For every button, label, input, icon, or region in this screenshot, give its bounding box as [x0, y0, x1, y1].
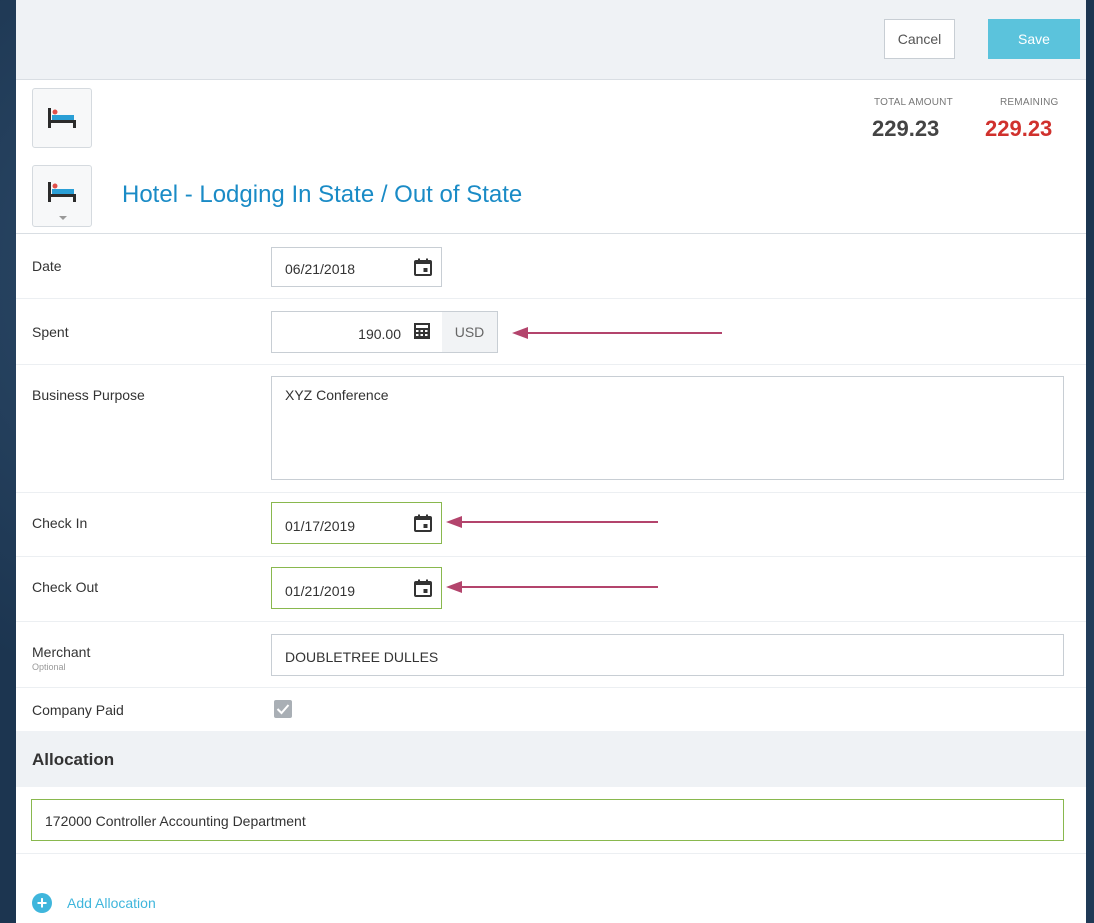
merchant-optional-label: Optional — [32, 662, 66, 672]
save-button[interactable]: Save — [988, 19, 1080, 59]
check-in-label: Check In — [32, 515, 88, 531]
row-separator — [16, 364, 1086, 365]
check-in-field[interactable]: 01/17/2019 — [271, 502, 442, 544]
total-amount-label: TOTAL AMOUNT — [874, 97, 953, 108]
calendar-icon[interactable] — [414, 514, 432, 532]
merchant-value: DOUBLETREE DULLES — [285, 649, 439, 665]
allocation-title: Allocation — [32, 750, 115, 769]
add-allocation-label: Add Allocation — [67, 895, 156, 911]
date-value: 06/21/2018 — [285, 261, 356, 277]
divider — [16, 233, 1086, 234]
company-paid-label: Company Paid — [32, 702, 124, 718]
allocation-field[interactable]: 172000 Controller Accounting Department — [31, 799, 1064, 841]
chevron-down-icon — [59, 216, 67, 220]
merchant-input[interactable]: DOUBLETREE DULLES — [271, 634, 1064, 676]
row-separator — [16, 687, 1086, 688]
check-in-value: 01/17/2019 — [285, 518, 356, 534]
bed-icon — [48, 108, 76, 128]
date-field[interactable]: 06/21/2018 — [271, 247, 442, 287]
annotation-arrow — [446, 581, 658, 593]
expense-type-icon — [32, 88, 92, 148]
total-amount-value: 229.23 — [872, 116, 940, 141]
row-separator — [16, 621, 1086, 622]
annotation-arrow — [446, 516, 658, 528]
check-out-label: Check Out — [32, 579, 99, 595]
merchant-label: Merchant — [32, 644, 91, 660]
allocation-section-header: Allocation — [16, 731, 1086, 787]
row-separator — [16, 298, 1086, 299]
calendar-icon[interactable] — [414, 258, 432, 276]
company-paid-checkbox[interactable] — [274, 700, 292, 718]
remaining-label: REMAINING — [1000, 97, 1059, 108]
bed-icon — [48, 182, 76, 202]
business-purpose-label: Business Purpose — [32, 387, 145, 403]
spent-input[interactable]: 190.00 — [271, 311, 443, 353]
check-icon — [276, 704, 290, 715]
business-purpose-value: XYZ Conference — [285, 387, 389, 403]
allocation-value: 172000 Controller Accounting Department — [45, 813, 306, 829]
expense-type-title: Hotel - Lodging In State / Out of State — [122, 181, 523, 208]
calculator-icon[interactable] — [413, 322, 431, 340]
check-out-field[interactable]: 01/21/2019 — [271, 567, 442, 609]
expense-panel: Cancel Save TOTAL AMOUNT 229.23 REMAININ… — [16, 0, 1086, 923]
currency-select[interactable]: USD — [442, 311, 498, 353]
plus-circle-icon: + — [32, 893, 52, 913]
row-separator — [16, 492, 1086, 493]
row-separator — [16, 556, 1086, 557]
cancel-button[interactable]: Cancel — [884, 19, 955, 59]
add-allocation-link[interactable]: + Add Allocation — [32, 892, 156, 914]
check-out-value: 01/21/2019 — [285, 583, 356, 599]
spent-value: 190.00 — [358, 326, 401, 342]
spent-label: Spent — [32, 324, 69, 340]
expense-type-selector[interactable] — [32, 165, 92, 227]
row-separator — [16, 853, 1086, 854]
annotation-arrow — [512, 327, 722, 339]
remaining-value: 229.23 — [985, 116, 1053, 141]
date-label: Date — [32, 258, 62, 274]
toolbar: Cancel Save — [16, 0, 1086, 80]
business-purpose-textarea[interactable]: XYZ Conference — [271, 376, 1064, 480]
calendar-icon[interactable] — [414, 579, 432, 597]
